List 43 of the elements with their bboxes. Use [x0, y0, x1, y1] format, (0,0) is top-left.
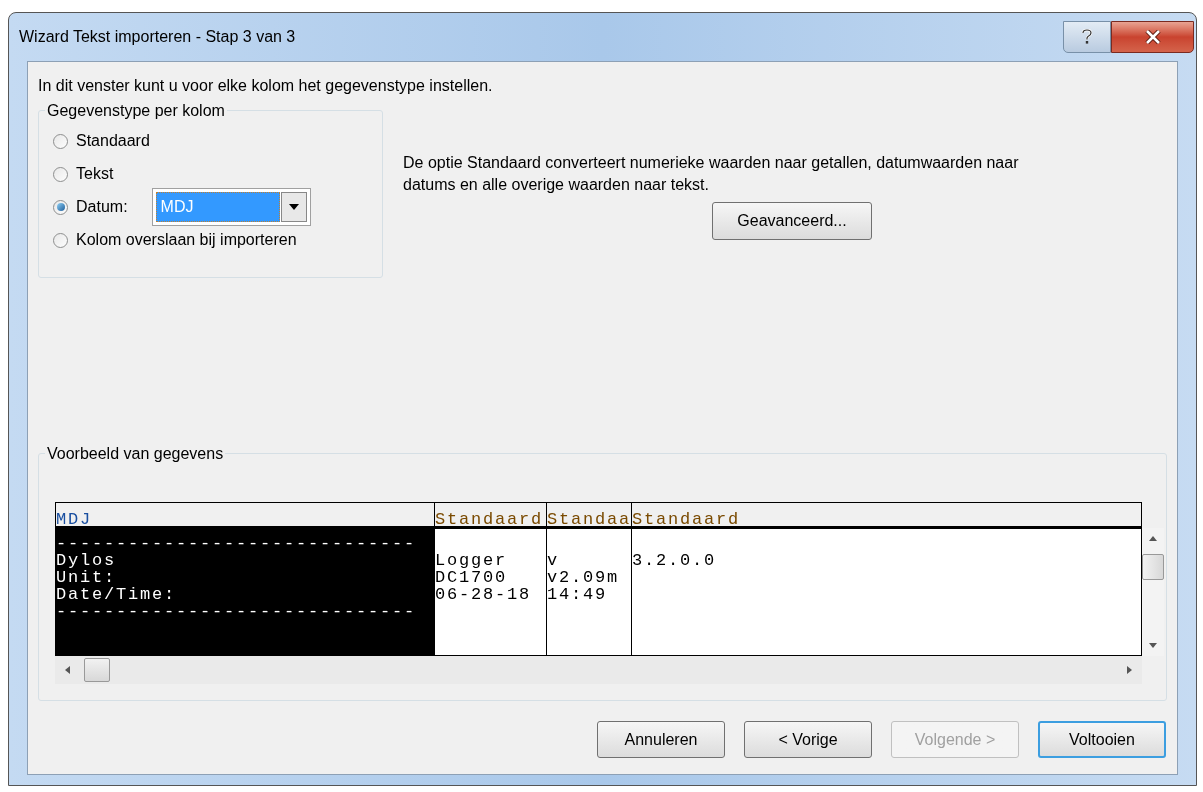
horizontal-scrollbar[interactable]: [55, 656, 1142, 684]
radio-button[interactable]: [53, 232, 68, 248]
column-header[interactable]: Standaard: [435, 503, 546, 529]
data-cell: 3.2.0.0: [632, 551, 716, 570]
help-button[interactable]: [1063, 21, 1111, 53]
intro-text: In dit venster kunt u voor elke kolom het gegevenstype instellen.: [38, 76, 494, 96]
data-cell: Unit:: [56, 568, 116, 587]
close-button[interactable]: [1111, 21, 1194, 53]
description-text: De optie Standaard converteert numerieke waarden naar getallen, datumwaarden naar datums en alle overige waarden naar tekst.: [403, 153, 1020, 195]
dialog-button[interactable]: Annuleren: [597, 721, 725, 758]
radio-label: Standaard: [76, 131, 150, 151]
dialog-button[interactable]: < Vorige: [744, 721, 872, 758]
data-cell: Date/Time:: [56, 585, 177, 604]
column-header[interactable]: Standaard: [632, 503, 1141, 529]
help-icon: [1081, 29, 1093, 45]
scroll-thumb[interactable]: [1142, 554, 1164, 580]
data-cell: Dylos: [56, 551, 116, 570]
data-cell: 14:49: [547, 585, 607, 604]
column-header[interactable]: MDJ: [56, 503, 434, 529]
radio-label: Tekst: [76, 164, 114, 184]
scroll-right-icon: [1127, 666, 1132, 674]
dialog-button[interactable]: Voltooien: [1038, 721, 1166, 758]
data-cell: 06-28-18: [435, 585, 531, 604]
scroll-down-icon: [1149, 643, 1157, 648]
caret-icon: [288, 204, 299, 210]
data-cell: DC1700: [435, 568, 507, 587]
radio-button[interactable]: [53, 199, 68, 215]
scroll-thumb[interactable]: [84, 658, 110, 682]
scroll-up-icon: [1149, 536, 1157, 541]
window-title: Wizard Tekst importeren - Stap 3 van 3: [19, 27, 296, 47]
radio-label: Kolom overslaan bij importeren: [76, 230, 297, 250]
data-cell: Logger: [435, 551, 507, 570]
radio-button[interactable]: [53, 133, 68, 149]
column-header[interactable]: Standaa: [547, 503, 631, 529]
data-cell: v: [547, 551, 559, 570]
data-cell: ------------------------------: [56, 534, 417, 553]
radio-label: Datum:: [76, 197, 128, 217]
scroll-left-icon: [65, 666, 70, 674]
data-cell: ------------------------------: [56, 602, 417, 621]
close-icon: [1144, 30, 1161, 44]
radio-button[interactable]: [53, 166, 68, 182]
data-cell: v2.09m: [547, 568, 619, 587]
advanced-button[interactable]: Geavanceerd...: [712, 202, 872, 240]
